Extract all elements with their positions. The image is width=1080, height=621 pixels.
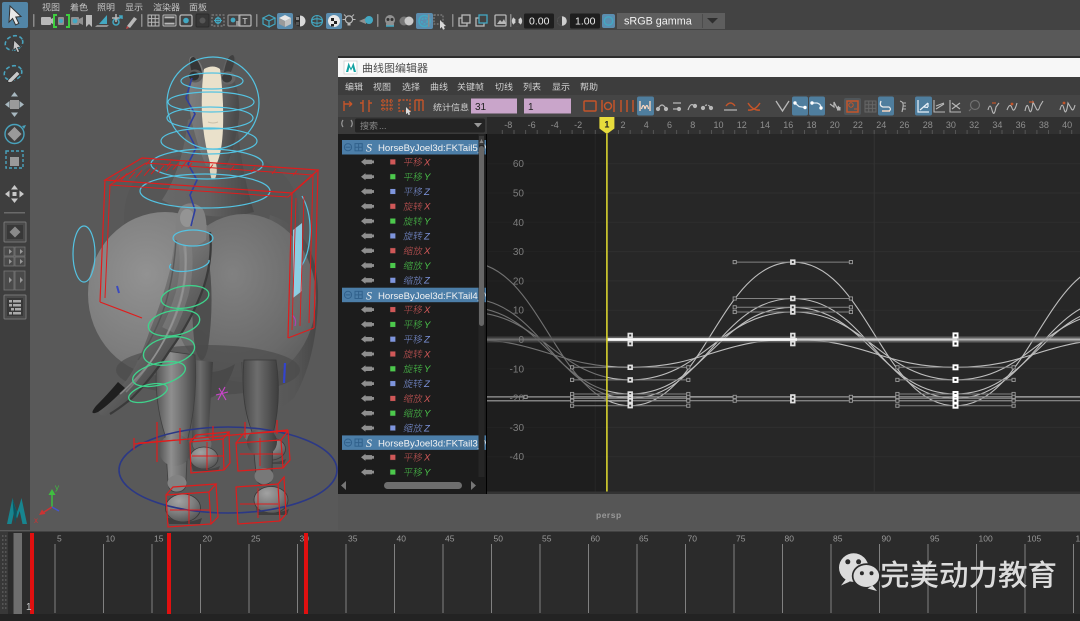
- svg-text:8: 8: [690, 120, 695, 130]
- svg-text:31: 31: [475, 102, 487, 113]
- svg-text:T: T: [243, 17, 248, 26]
- svg-text:70: 70: [688, 534, 698, 544]
- svg-text:80: 80: [785, 534, 795, 544]
- svg-text:1.00: 1.00: [575, 16, 596, 28]
- svg-text:20: 20: [513, 276, 525, 287]
- svg-text:40: 40: [1062, 120, 1072, 130]
- svg-text:18: 18: [807, 120, 817, 130]
- svg-text:Z: Z: [423, 187, 431, 198]
- svg-text:1: 1: [604, 120, 609, 130]
- svg-text:X: X: [423, 246, 431, 257]
- svg-text:y: y: [55, 483, 59, 492]
- svg-text:65: 65: [639, 534, 649, 544]
- svg-text:5: 5: [57, 534, 62, 544]
- svg-text:X: X: [423, 305, 431, 316]
- svg-text:90: 90: [882, 534, 892, 544]
- svg-text:X: X: [423, 394, 431, 405]
- svg-text:35: 35: [348, 534, 358, 544]
- svg-text:0: 0: [518, 335, 524, 346]
- svg-text:38: 38: [1039, 120, 1049, 130]
- svg-text:45: 45: [445, 534, 455, 544]
- svg-text:22: 22: [853, 120, 863, 130]
- svg-text:26: 26: [899, 120, 909, 130]
- svg-text:95: 95: [930, 534, 940, 544]
- svg-text:30: 30: [946, 120, 956, 130]
- svg-text:-6: -6: [528, 120, 536, 130]
- svg-text:24: 24: [876, 120, 886, 130]
- svg-text:60: 60: [513, 159, 525, 170]
- svg-text:Y: Y: [424, 217, 431, 228]
- svg-text:16: 16: [783, 120, 793, 130]
- svg-text:14: 14: [760, 120, 770, 130]
- svg-text:S: S: [366, 141, 372, 155]
- svg-text:Y: Y: [424, 261, 431, 272]
- svg-text:30: 30: [513, 247, 525, 258]
- svg-text:50: 50: [494, 534, 504, 544]
- svg-text:28: 28: [923, 120, 933, 130]
- svg-text:40: 40: [513, 218, 525, 229]
- svg-text:110: 110: [1076, 534, 1080, 544]
- svg-text:34: 34: [992, 120, 1002, 130]
- svg-text:1: 1: [528, 102, 534, 113]
- svg-text:25: 25: [251, 534, 261, 544]
- svg-text:-4: -4: [551, 120, 559, 130]
- svg-text:Y: Y: [424, 172, 431, 183]
- svg-text:40: 40: [397, 534, 407, 544]
- svg-text:-40: -40: [510, 452, 525, 463]
- svg-text:75: 75: [736, 534, 746, 544]
- svg-text:sRGB gamma: sRGB gamma: [624, 16, 692, 28]
- svg-text:HorseByJoel3d:FKTail4_M: HorseByJoel3d:FKTail4_M: [378, 291, 491, 302]
- svg-text:-8: -8: [504, 120, 512, 130]
- svg-text:X: X: [423, 157, 431, 168]
- svg-text:Y: Y: [424, 468, 431, 479]
- svg-text:-2: -2: [574, 120, 582, 130]
- svg-text:Y: Y: [424, 364, 431, 375]
- svg-text:50: 50: [513, 189, 525, 200]
- svg-text:60: 60: [591, 534, 601, 544]
- svg-text:Z: Z: [423, 335, 431, 346]
- svg-text:10: 10: [106, 534, 116, 544]
- svg-text:Y: Y: [424, 409, 431, 420]
- svg-text:Z: Z: [423, 379, 431, 390]
- svg-text:x: x: [34, 516, 38, 525]
- svg-text:4: 4: [644, 120, 649, 130]
- svg-text:15: 15: [154, 534, 164, 544]
- svg-text:Z: Z: [423, 276, 431, 287]
- svg-text:X: X: [423, 349, 431, 360]
- svg-text:20: 20: [203, 534, 213, 544]
- svg-text:20: 20: [830, 120, 840, 130]
- svg-text:85: 85: [833, 534, 843, 544]
- svg-text:HorseByJoel3d:FKTail3_M: HorseByJoel3d:FKTail3_M: [378, 439, 491, 450]
- svg-text:S: S: [366, 288, 372, 302]
- svg-text:-20: -20: [510, 394, 525, 405]
- svg-text:105: 105: [1027, 534, 1041, 544]
- svg-text:X: X: [423, 202, 431, 213]
- svg-text:1: 1: [26, 602, 32, 613]
- svg-text:55: 55: [542, 534, 552, 544]
- svg-text:-10: -10: [510, 364, 525, 375]
- svg-text:0.00: 0.00: [529, 16, 550, 28]
- svg-text:...: ...: [379, 121, 387, 131]
- svg-text:-30: -30: [510, 423, 525, 434]
- svg-text:10: 10: [714, 120, 724, 130]
- svg-text:S: S: [366, 436, 372, 450]
- svg-text:Z: Z: [423, 231, 431, 242]
- svg-text:2: 2: [621, 120, 626, 130]
- svg-text:X: X: [423, 453, 431, 464]
- svg-text:6: 6: [667, 120, 672, 130]
- svg-text:HorseByJoel3d:FKTail5_M: HorseByJoel3d:FKTail5_M: [378, 143, 491, 154]
- svg-text:10: 10: [513, 306, 525, 317]
- svg-text:Y: Y: [424, 320, 431, 331]
- svg-text:100: 100: [979, 534, 993, 544]
- svg-text:12: 12: [737, 120, 747, 130]
- svg-text:36: 36: [1016, 120, 1026, 130]
- svg-text:32: 32: [969, 120, 979, 130]
- svg-text:Z: Z: [423, 423, 431, 434]
